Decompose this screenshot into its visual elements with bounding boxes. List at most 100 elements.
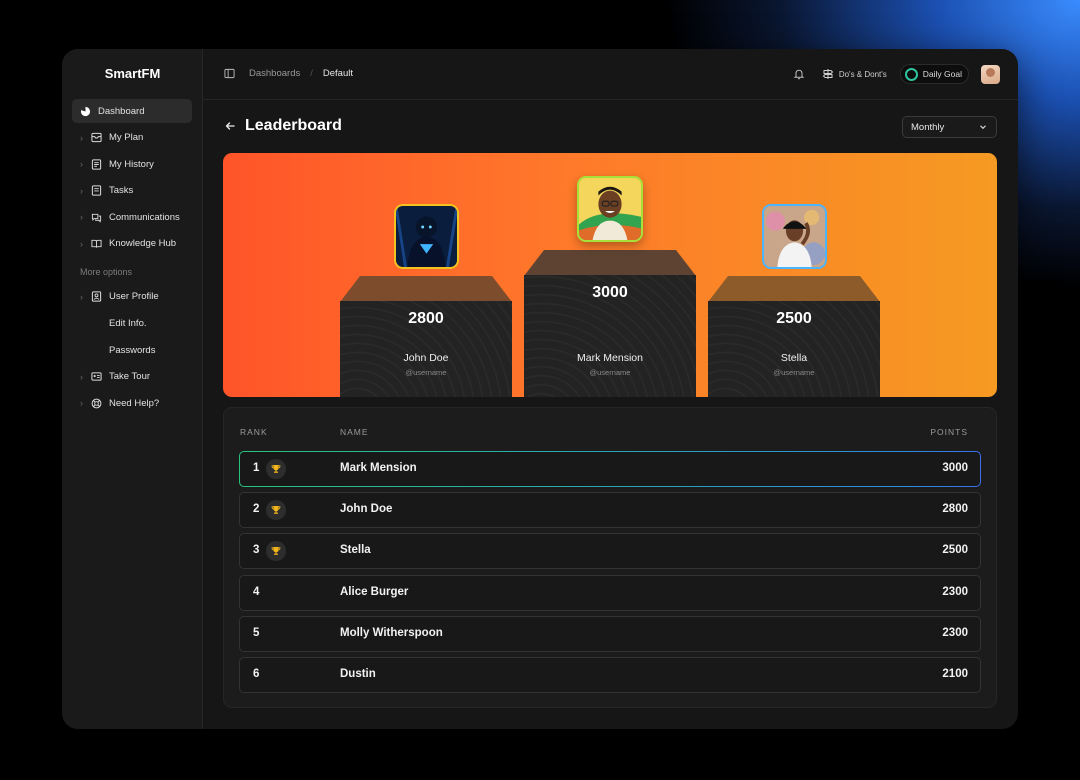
sidebar-item-user-profile[interactable]: › User Profile: [72, 285, 192, 309]
brand-logo: SmartFM: [104, 66, 161, 81]
main-content: Dashboards / Default Do's & Dont's Daily…: [203, 49, 1018, 729]
sidebar-item-label: My Plan: [109, 132, 144, 144]
sidebar-item-tasks[interactable]: › Tasks: [72, 179, 192, 203]
podium-top: [708, 276, 880, 302]
points-cell: 2300: [942, 626, 968, 639]
sidebar-item-take-tour[interactable]: › Take Tour: [72, 365, 192, 389]
chevron-right-icon: ›: [80, 371, 83, 382]
inbox-icon: [91, 132, 102, 143]
column-header-name: NAME: [340, 427, 369, 437]
podium-first: 3000 Mark Mension @username: [524, 250, 696, 397]
period-value: Monthly: [911, 121, 945, 133]
table-row[interactable]: 1 Mark Mension 3000: [239, 451, 981, 487]
user-avatar[interactable]: [981, 64, 1000, 84]
chevron-right-icon: ›: [80, 238, 83, 249]
sidebar-item-need-help[interactable]: › Need Help?: [72, 391, 192, 415]
sidebar-item-label: Need Help?: [109, 397, 160, 409]
top-bar: Dashboards / Default Do's & Dont's Daily…: [203, 49, 1018, 100]
chevron-right-icon: ›: [80, 159, 83, 170]
sidebar-item-label: My History: [109, 158, 154, 170]
tasks-icon: [91, 185, 102, 196]
sidebar-item-my-history[interactable]: › My History: [72, 152, 192, 176]
table-row[interactable]: 3 Stella 2500: [239, 533, 981, 570]
header-actions: Do's & Dont's Daily Goal: [793, 64, 1000, 84]
chevron-right-icon: ›: [80, 185, 83, 196]
column-header-points: POINTS: [930, 427, 968, 437]
sidebar-item-label: Communications: [109, 211, 180, 223]
rank-cell: 1: [253, 462, 260, 474]
breadcrumb-dashboards[interactable]: Dashboards: [249, 68, 300, 79]
sidebar-item-label: Knowledge Hub: [109, 238, 177, 250]
signpost-icon: [822, 69, 834, 79]
breadcrumb-separator: /: [310, 68, 313, 79]
podium-name: John Doe: [403, 352, 449, 364]
name-cell: Molly Witherspoon: [340, 626, 443, 639]
podium-third: 2500 Stella @username: [708, 276, 880, 397]
rank-cell: 4: [253, 585, 260, 598]
sidebar-item-passwords[interactable]: Passwords: [72, 338, 192, 362]
sidebar-item-label: Tasks: [109, 185, 134, 197]
sidebar-item-knowledge-hub[interactable]: › Knowledge Hub: [72, 232, 192, 256]
points-cell: 2100: [942, 667, 968, 680]
trophy-icon: [266, 459, 286, 479]
book-icon: [91, 238, 102, 249]
dos-label: Do's & Dont's: [838, 69, 887, 79]
chevron-right-icon: ›: [80, 291, 83, 302]
document-icon: [91, 159, 102, 170]
podium-top: [340, 276, 512, 302]
name-cell: Alice Burger: [340, 585, 409, 598]
app-window: SmartFM Dashboard › My Plan › My History…: [62, 49, 1018, 729]
points-cell: 3000: [942, 462, 968, 474]
avatar-mark-mension[interactable]: [577, 176, 643, 242]
avatar-stella[interactable]: [762, 204, 827, 269]
sidebar-item-label: User Profile: [109, 291, 159, 303]
period-select[interactable]: Monthly: [902, 116, 997, 138]
table-row[interactable]: 4 Alice Burger 2300: [239, 574, 981, 611]
breadcrumb-default[interactable]: Default: [323, 68, 353, 79]
sidebar-item-label: Edit Info.: [109, 318, 147, 330]
more-options-heading: More options: [80, 266, 133, 277]
podium-username: @username: [405, 368, 447, 377]
sidebar-item-dashboard[interactable]: Dashboard: [72, 99, 192, 123]
name-cell: Mark Mension: [340, 462, 417, 474]
chevron-right-icon: ›: [80, 212, 83, 223]
points-cell: 2800: [942, 503, 968, 516]
rank-cell: 5: [253, 626, 260, 639]
sidebar-item-label: Passwords: [109, 344, 156, 356]
sidebar-toggle-icon[interactable]: [224, 68, 235, 79]
bell-icon[interactable]: [793, 68, 805, 80]
table-row[interactable]: 2 John Doe 2800: [239, 492, 981, 529]
chevron-right-icon: ›: [80, 398, 83, 409]
sidebar-item-edit-info[interactable]: Edit Info.: [72, 312, 192, 336]
name-cell: John Doe: [340, 503, 393, 516]
points-cell: 2300: [942, 585, 968, 598]
name-cell: Dustin: [340, 667, 376, 680]
rank-cell: 3: [253, 544, 260, 557]
column-header-rank: RANK: [240, 427, 268, 437]
table-row[interactable]: 5 Molly Witherspoon 2300: [239, 615, 981, 652]
podium-username: @username: [589, 368, 631, 377]
sidebar-item-communications[interactable]: › Communications: [72, 205, 192, 229]
back-arrow-icon[interactable]: [224, 120, 236, 132]
sidebar: SmartFM Dashboard › My Plan › My History…: [62, 49, 203, 729]
name-cell: Stella: [340, 544, 371, 557]
points-cell: 2500: [942, 544, 968, 557]
page-header: Leaderboard Monthly: [224, 116, 997, 138]
sidebar-item-label: Dashboard: [98, 105, 145, 117]
rank-cell: 6: [253, 667, 260, 680]
podium-name: Mark Mension: [577, 352, 643, 364]
podium-name: Stella: [780, 352, 808, 364]
table-header: RANK NAME POINTS: [240, 427, 980, 439]
sidebar-item-my-plan[interactable]: › My Plan: [72, 126, 192, 150]
breadcrumb: Dashboards / Default: [224, 68, 353, 79]
table-row[interactable]: 6 Dustin 2100: [239, 656, 981, 693]
sidebar-item-label: Take Tour: [109, 371, 151, 383]
avatar-john-doe[interactable]: [394, 204, 459, 269]
table-body: 1 Mark Mension 3000 2 John Doe 2800 3 Stella 250…: [239, 451, 981, 698]
dos-and-donts-button[interactable]: Do's & Dont's: [822, 68, 887, 80]
page-title: Leaderboard: [245, 117, 342, 134]
trophy-icon: [266, 500, 286, 521]
daily-goal-button[interactable]: Daily Goal: [899, 64, 969, 84]
user-icon: [91, 291, 102, 303]
sidebar-nav: Dashboard › My Plan › My History › Tasks…: [72, 99, 192, 418]
